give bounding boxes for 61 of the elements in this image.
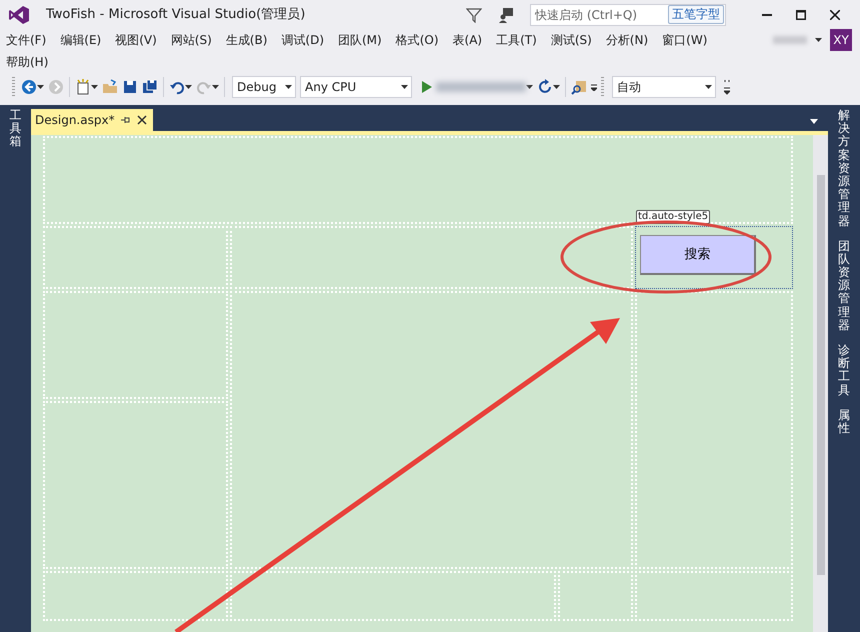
platform-dropdown[interactable]: Any CPU	[300, 76, 412, 98]
caret-icon	[185, 85, 192, 89]
caret-icon	[705, 85, 712, 89]
close-icon[interactable]	[136, 115, 147, 125]
caret-icon	[37, 85, 44, 89]
caret-icon	[91, 85, 98, 89]
minimize-icon	[762, 14, 772, 16]
undo-icon	[169, 79, 185, 95]
vertical-scrollbar[interactable]	[813, 135, 828, 632]
filter-icon[interactable]	[466, 7, 482, 23]
zoom-dropdown[interactable]: 自动	[612, 76, 716, 98]
side-panel-tab[interactable]: 团队资源管理器	[838, 240, 850, 332]
menu-item[interactable]: 视图(V)	[109, 30, 161, 50]
menu-item[interactable]: 调试(D)	[275, 30, 328, 50]
account-name	[773, 36, 807, 44]
menu-item[interactable]: 测试(S)	[544, 30, 596, 50]
overflow-icon[interactable]	[724, 79, 730, 95]
overflow-icon[interactable]	[591, 83, 597, 91]
menu-item[interactable]: 文件(F)	[0, 30, 50, 50]
menu-item[interactable]: 表(A)	[446, 30, 486, 50]
find-icon	[571, 79, 589, 95]
feedback-icon[interactable]	[498, 7, 514, 23]
search-button[interactable]: 搜索	[640, 235, 756, 275]
caret-icon	[285, 85, 292, 89]
menu-item[interactable]: 分析(N)	[600, 30, 652, 50]
close-icon	[830, 10, 840, 20]
back-icon	[21, 79, 37, 95]
new-project-icon	[75, 79, 91, 95]
toolbox-tab[interactable]: 工具箱	[10, 109, 22, 632]
caret-icon[interactable]	[815, 38, 822, 42]
save-icon	[122, 79, 138, 95]
menu-item[interactable]: 生成(B)	[220, 30, 272, 50]
menu-item[interactable]: 窗口(W)	[656, 30, 712, 50]
menu-item[interactable]: 工具(T)	[490, 30, 541, 50]
side-panel-tab[interactable]: 诊断工具	[838, 344, 850, 397]
caret-icon	[526, 85, 533, 89]
redo-icon	[196, 79, 212, 95]
save-all-icon	[142, 79, 158, 95]
refresh-icon	[537, 79, 553, 95]
account-avatar[interactable]: XY	[830, 29, 852, 51]
play-icon	[422, 81, 432, 93]
menu-item[interactable]: 团队(M)	[332, 30, 386, 50]
pin-icon[interactable]	[120, 115, 131, 125]
menu-item[interactable]: 格式(O)	[390, 30, 443, 50]
document-tab[interactable]: Design.aspx*	[31, 109, 153, 131]
forward-icon	[48, 79, 64, 95]
window-title: TwoFish - Microsoft Visual Studio(管理员)	[46, 6, 306, 24]
configuration-dropdown[interactable]: Debug	[232, 76, 296, 98]
side-panel-tab[interactable]: 属性	[838, 408, 850, 436]
caret-icon	[212, 85, 219, 89]
side-panel-tab[interactable]: 解决方案资源管理器	[838, 109, 850, 228]
visual-studio-logo	[8, 5, 30, 25]
maximize-icon	[796, 10, 806, 20]
caret-icon	[553, 85, 560, 89]
ime-indicator: 五笔字型	[668, 5, 724, 24]
tab-list-icon[interactable]	[810, 119, 818, 125]
caret-icon	[401, 85, 408, 89]
open-folder-icon	[102, 79, 118, 95]
menu-item[interactable]: 编辑(E)	[54, 30, 106, 50]
menu-item[interactable]: 帮助(H)	[0, 52, 52, 72]
menu-item[interactable]: 网站(S)	[164, 30, 216, 50]
